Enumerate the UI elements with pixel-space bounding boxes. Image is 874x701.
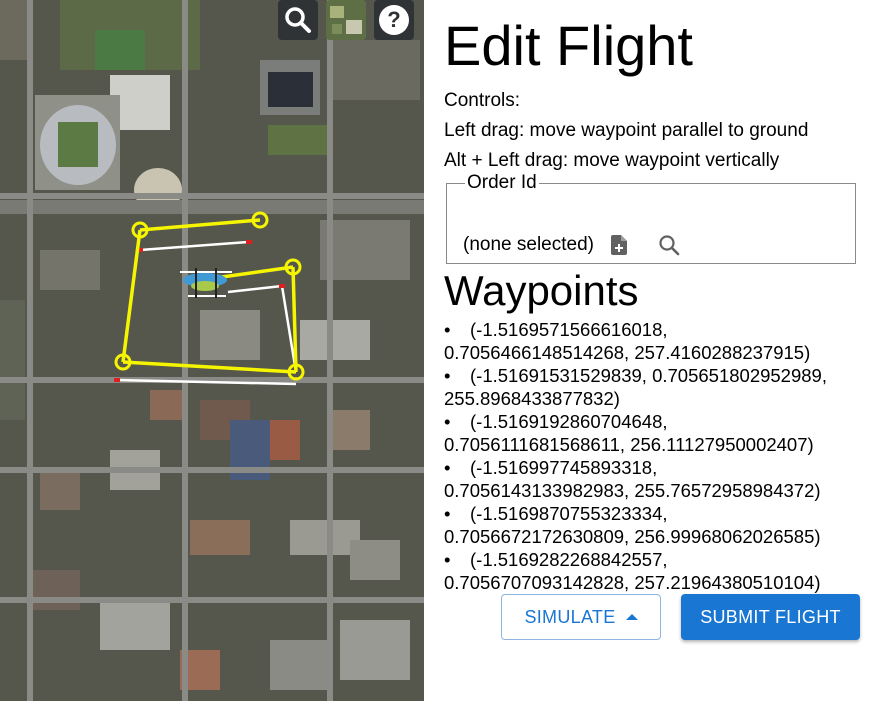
order-id-legend: Order Id (467, 172, 537, 193)
order-id-row: (none selected) (463, 230, 684, 260)
page-title: Edit Flight (444, 14, 693, 77)
map-search-button[interactable] (278, 0, 318, 40)
list-item: • (-1.5169192860704648, 0.7056111681568611… (444, 411, 814, 455)
order-id-value: (none selected) (463, 234, 594, 255)
list-item: • (-1.5169282268842557, 0.7056707093142828… (444, 549, 821, 593)
base-layer-picker[interactable] (326, 0, 366, 40)
controls-heading: Controls: (444, 90, 521, 111)
submit-flight-label: SUBMIT FLIGHT (700, 606, 841, 627)
add-order-button[interactable] (604, 230, 634, 260)
list-item: • (-1.5169571566616018, 0.7056466148514268… (444, 319, 811, 363)
search-order-button[interactable] (654, 230, 684, 260)
layers-thumbnail-icon (326, 0, 366, 40)
order-id-group: Order Id (none selected) (446, 172, 856, 264)
controls-help: Controls: Left drag: move waypoint paral… (444, 86, 808, 176)
simulate-label: SIMULATE (524, 606, 616, 627)
simulate-button[interactable]: SIMULATE (501, 594, 661, 640)
help-icon: ? (379, 5, 409, 35)
help-button[interactable]: ? (374, 0, 414, 40)
list-item: • (-1.516997745893318, 0.7056143133982983,… (444, 457, 821, 501)
list-item: • (-1.5169870755323334, 0.7056672172630809… (444, 503, 821, 547)
waypoints-heading: Waypoints (444, 267, 639, 314)
waypoint-list: • (-1.5169571566616018, 0.7056466148514268… (444, 318, 874, 594)
controls-line: Left drag: move waypoint parallel to gro… (444, 120, 809, 141)
add-file-icon (610, 235, 627, 255)
edit-flight-panel: Edit Flight Controls: Left drag: move wa… (444, 0, 874, 701)
aerial-imagery[interactable] (0, 0, 424, 701)
caret-up-icon (625, 614, 638, 620)
search-icon (659, 235, 680, 256)
submit-flight-button[interactable]: SUBMIT FLIGHT (681, 594, 860, 640)
map-view[interactable]: ? (0, 0, 424, 701)
list-item: • (-1.51691531529839, 0.705651802952989, 2… (444, 365, 827, 409)
search-icon (285, 7, 311, 33)
